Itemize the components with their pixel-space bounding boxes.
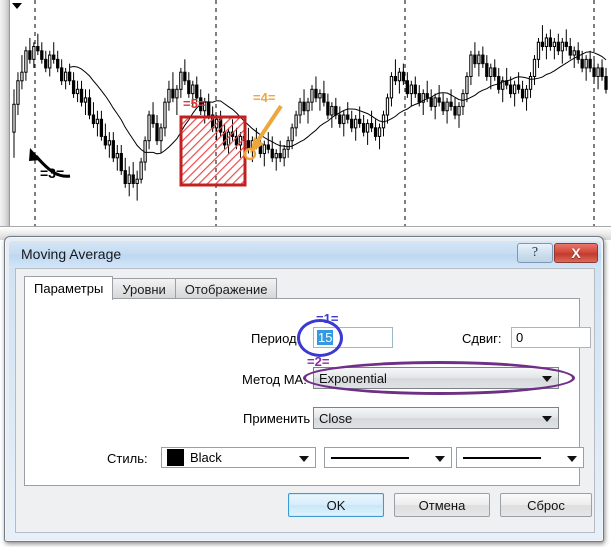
chevron-down-icon	[542, 416, 552, 422]
chart-candles	[12, 25, 608, 201]
annotation-label-5: =5=	[183, 96, 206, 111]
color-swatch	[167, 449, 184, 466]
apply-to-label: Применить к:	[243, 411, 324, 426]
tab-levels[interactable]: Уровни	[112, 278, 176, 300]
line-sample	[463, 456, 541, 459]
chart-gridlines	[34, 0, 595, 228]
annotation-ellipse-method	[303, 361, 575, 395]
style-color-select[interactable]: Black	[161, 447, 316, 468]
reset-button[interactable]: Сброс	[500, 493, 592, 517]
close-icon[interactable]: X	[554, 243, 598, 263]
moving-average-dialog: Moving Average ? X Параметры Уровни Отоб…	[4, 236, 604, 542]
dialog-title: Moving Average	[21, 246, 122, 262]
dialog-titlebar[interactable]: Moving Average ? X	[9, 241, 601, 268]
apply-to-select[interactable]: Close	[313, 407, 559, 429]
chevron-down-icon[interactable]	[12, 3, 22, 9]
shift-input[interactable]: 0	[511, 327, 591, 348]
tab-parameters[interactable]: Параметры	[24, 276, 114, 300]
chart-vertical-scrollbar[interactable]	[0, 0, 10, 232]
line-sample	[331, 456, 409, 459]
tab-visualization[interactable]: Отображение	[174, 278, 278, 300]
ma-method-label: Метод MA:	[242, 372, 307, 387]
ok-button[interactable]: OK	[288, 493, 384, 517]
line-width-select[interactable]	[324, 447, 452, 468]
highlight-rectangle	[179, 115, 247, 187]
price-chart-panel[interactable]: =3= =5= =4=	[0, 0, 611, 240]
cancel-button[interactable]: Отмена	[394, 493, 490, 517]
dialog-client-area: Параметры Уровни Отображение Период: 15 …	[15, 268, 595, 533]
tab-panel-parameters: Период: 15 Сдвиг: 0 Метод MA: Exponentia…	[24, 298, 591, 486]
shift-input-value: 0	[516, 330, 524, 345]
period-label: Период:	[251, 331, 301, 346]
chevron-down-icon	[299, 455, 309, 462]
annotation-label-4: =4=	[253, 90, 276, 105]
help-icon[interactable]: ?	[517, 243, 553, 263]
dialog-frame: Moving Average ? X Параметры Уровни Отоб…	[9, 241, 601, 539]
apply-to-value: Close	[319, 410, 353, 426]
dialog-button-bar: OK Отмена Сброс	[16, 493, 594, 527]
tabstrip: Параметры Уровни Отображение	[24, 276, 278, 300]
shift-label: Сдвиг:	[462, 331, 502, 346]
annotation-label-3: =3=	[40, 165, 65, 181]
window-buttons: ? X	[517, 243, 598, 263]
line-style-select[interactable]	[456, 447, 584, 468]
chevron-down-icon	[567, 455, 577, 462]
candlestick-chart[interactable]	[0, 0, 611, 240]
style-label: Стиль:	[107, 451, 148, 466]
annotation-circle-period	[297, 319, 343, 357]
style-color-value: Black	[190, 450, 222, 465]
chevron-down-icon	[435, 455, 445, 462]
